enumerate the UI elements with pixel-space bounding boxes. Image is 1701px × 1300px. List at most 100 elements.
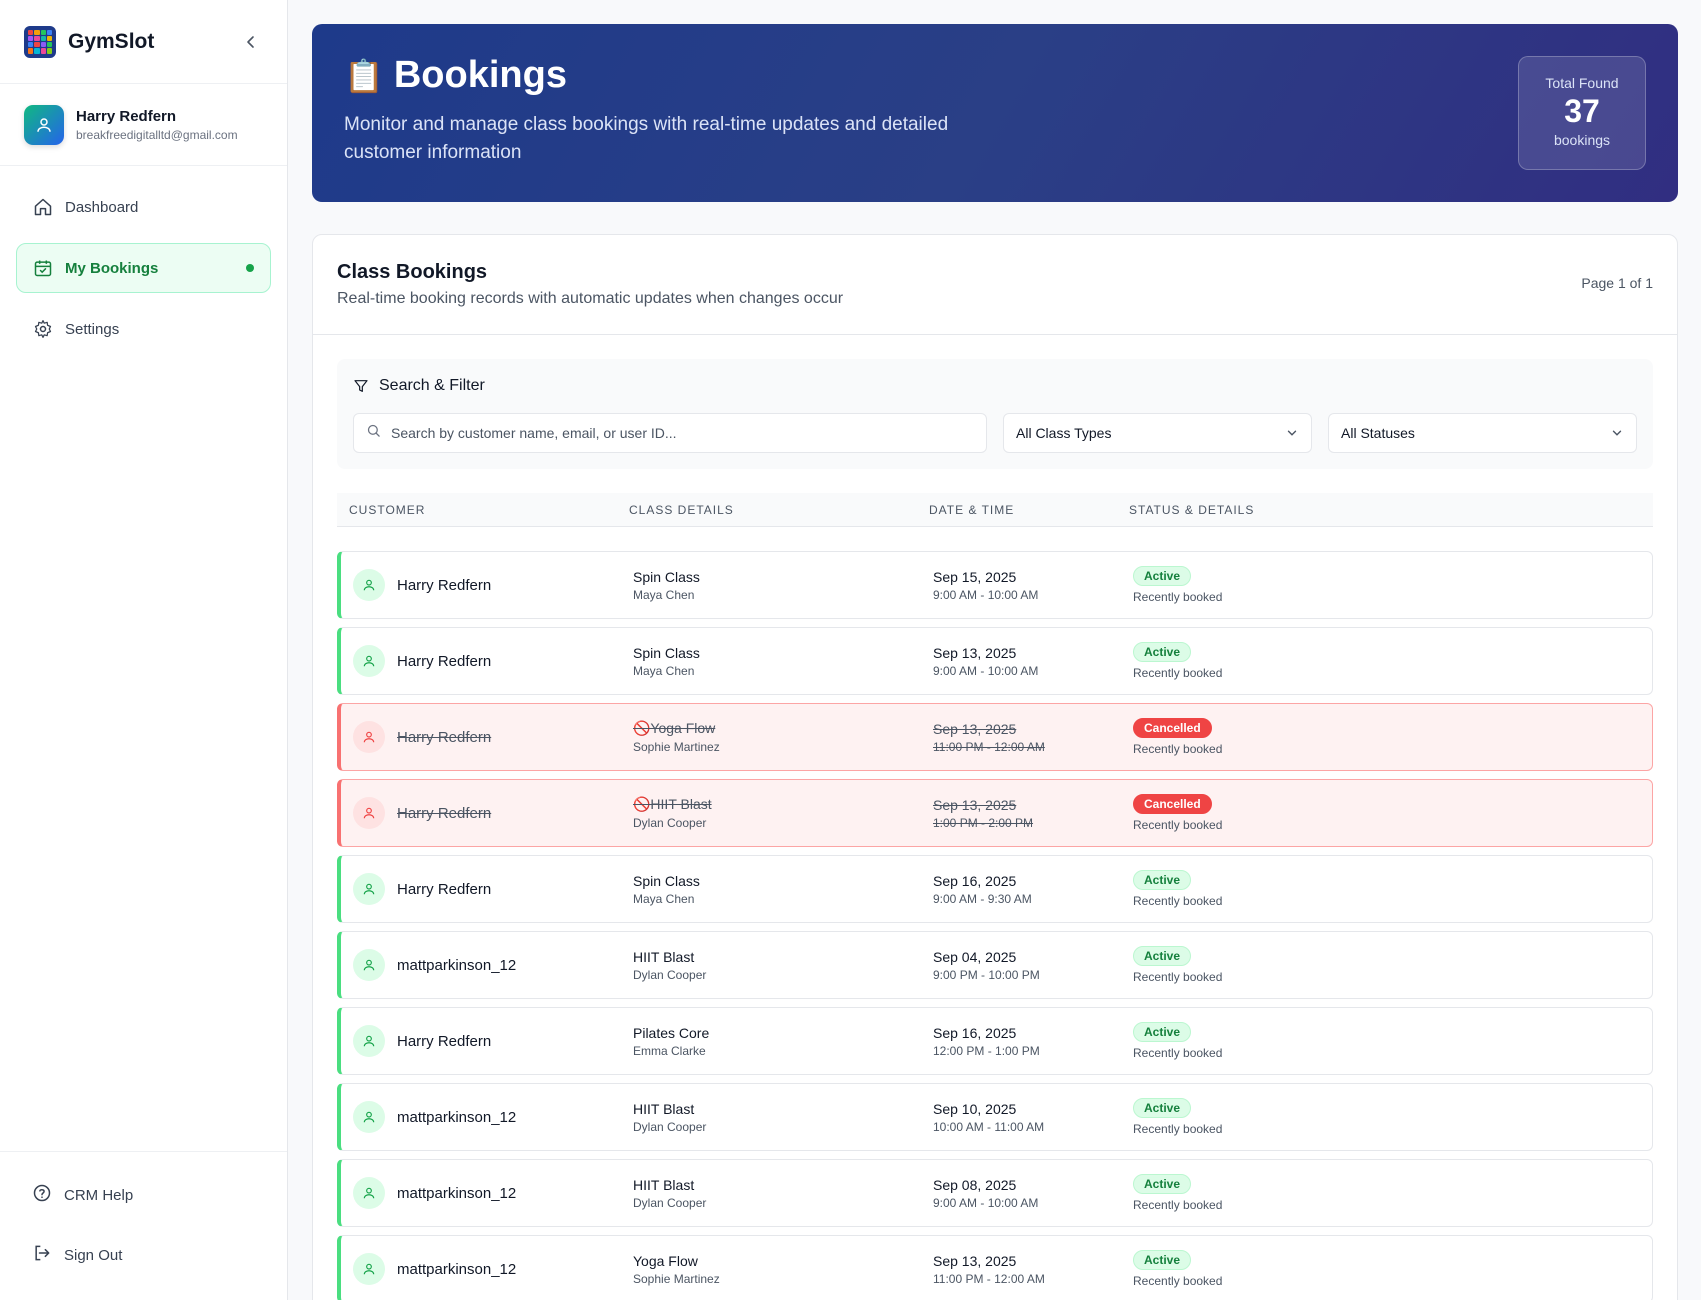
customer-avatar (353, 873, 385, 905)
user-email: breakfreedigitalltd@gmail.com (76, 127, 238, 142)
instructor-name: Dylan Cooper (633, 1195, 707, 1210)
table-header: CUSTOMER CLASS DETAILS DATE & TIME STATU… (337, 493, 1653, 527)
sidebar: GymSlot Harry Redfern breakfreedigitallt… (0, 0, 288, 1300)
active-indicator-dot (246, 264, 254, 272)
class-name: HIIT Blast (633, 1100, 695, 1117)
hero-banner: 📋 Bookings Monitor and manage class book… (312, 24, 1678, 202)
booking-date: Sep 13, 2025 (933, 1252, 1017, 1269)
class-name: 🚫HIIT Blast (633, 796, 712, 812)
chevron-down-icon (1610, 426, 1624, 440)
table-row[interactable]: mattparkinson_12 HIIT Blast Dylan Cooper… (337, 931, 1653, 999)
search-field[interactable] (353, 413, 987, 453)
status-badge: Active (1133, 946, 1192, 966)
status-badge: Active (1133, 1250, 1192, 1270)
customer-name: mattparkinson_12 (397, 1108, 517, 1126)
class-name: HIIT Blast (633, 948, 695, 965)
gear-icon (33, 319, 53, 339)
column-header-class: CLASS DETAILS (629, 502, 734, 517)
instructor-name: Emma Clarke (633, 1043, 706, 1058)
instructor-name: Maya Chen (633, 891, 695, 906)
page-indicator: Page 1 of 1 (1581, 275, 1653, 291)
sidebar-footer: CRM Help Sign Out (0, 1151, 287, 1300)
chevron-down-icon (1285, 426, 1299, 440)
app-name: GymSlot (68, 29, 155, 53)
table-row[interactable]: Harry Redfern Pilates Core Emma Clarke S… (337, 1007, 1653, 1075)
booking-time: 9:00 AM - 10:00 AM (933, 587, 1039, 602)
brand-header: GymSlot (0, 0, 287, 84)
card-subtitle: Real-time booking records with automatic… (337, 290, 844, 307)
status-badge: Active (1133, 1174, 1192, 1194)
column-header-date: DATE & TIME (929, 502, 1015, 517)
customer-name: Harry Redfern (397, 880, 492, 898)
status-note: Recently booked (1133, 1046, 1223, 1060)
table-row[interactable]: Harry Redfern Spin Class Maya Chen Sep 1… (337, 855, 1653, 923)
sidebar-item-settings[interactable]: Settings (16, 304, 271, 354)
status-note: Recently booked (1133, 1198, 1223, 1212)
user-icon (363, 579, 375, 591)
status-note: Recently booked (1133, 590, 1223, 604)
customer-name: Harry Redfern (397, 804, 492, 822)
class-name: Spin Class (633, 568, 700, 585)
table-row[interactable]: mattparkinson_12 HIIT Blast Dylan Cooper… (337, 1083, 1653, 1151)
app-logo-icon (24, 25, 56, 58)
status-badge: Active (1133, 566, 1192, 586)
table-row[interactable]: Harry Redfern Spin Class Maya Chen Sep 1… (337, 627, 1653, 695)
status-note: Recently booked (1133, 894, 1223, 908)
column-header-status: STATUS & DETAILS (1129, 502, 1255, 517)
search-icon (366, 423, 381, 443)
status-select[interactable]: All Statuses (1328, 413, 1637, 453)
customer-avatar (353, 797, 385, 829)
instructor-name: Maya Chen (633, 663, 695, 678)
table-row[interactable]: mattparkinson_12 Yoga Flow Sophie Martin… (337, 1235, 1653, 1300)
customer-name: mattparkinson_12 (397, 1184, 517, 1202)
search-filter-panel: Search & Filter All Class Types All Stat (337, 359, 1653, 469)
table-row[interactable]: mattparkinson_12 HIIT Blast Dylan Cooper… (337, 1159, 1653, 1227)
user-icon (37, 117, 51, 132)
booking-time: 9:00 AM - 9:30 AM (933, 891, 1032, 906)
page-title-text: Bookings (393, 54, 567, 96)
status-badge: Active (1133, 1022, 1192, 1042)
booking-time: 11:00 PM - 12:00 AM (933, 1271, 1045, 1286)
total-found-unit: bookings (1553, 132, 1611, 148)
status-badge: Cancelled (1133, 794, 1212, 814)
table-row[interactable]: Harry Redfern 🚫HIIT Blast Dylan Cooper S… (337, 779, 1653, 847)
customer-avatar (353, 1025, 385, 1057)
collapse-sidebar-button[interactable] (239, 30, 263, 54)
class-name: Spin Class (633, 872, 700, 889)
user-icon (363, 807, 375, 819)
booking-date: Sep 15, 2025 (933, 568, 1017, 585)
user-icon (363, 959, 375, 971)
status-note: Recently booked (1133, 1274, 1223, 1288)
filter-icon (353, 377, 371, 395)
sidebar-item-my-bookings[interactable]: My Bookings (16, 243, 271, 293)
class-type-value: All Class Types (1016, 425, 1112, 441)
table-row[interactable]: Harry Redfern 🚫Yoga Flow Sophie Martinez… (337, 703, 1653, 771)
table-row[interactable]: Harry Redfern Spin Class Maya Chen Sep 1… (337, 551, 1653, 619)
search-input[interactable] (391, 425, 974, 441)
crm-help-link[interactable]: CRM Help (16, 1170, 271, 1220)
customer-avatar (353, 645, 385, 677)
column-header-customer: CUSTOMER (349, 502, 426, 517)
booking-date: Sep 16, 2025 (933, 872, 1017, 889)
instructor-name: Dylan Cooper (633, 1119, 707, 1134)
footer-item-label: Sign Out (64, 1246, 123, 1264)
booking-time: 9:00 AM - 10:00 AM (933, 1195, 1039, 1210)
customer-avatar (353, 569, 385, 601)
booking-date: Sep 10, 2025 (933, 1100, 1017, 1117)
instructor-name: Sophie Martinez (633, 740, 720, 754)
card-header: Class Bookings Real-time booking records… (313, 235, 1677, 335)
user-name: Harry Redfern (76, 107, 177, 125)
user-icon (363, 883, 375, 895)
sidebar-item-dashboard[interactable]: Dashboard (16, 182, 271, 232)
user-icon (363, 731, 375, 743)
customer-name: mattparkinson_12 (397, 1260, 517, 1278)
class-name: Yoga Flow (633, 1252, 698, 1269)
class-type-select[interactable]: All Class Types (1003, 413, 1312, 453)
booking-date: Sep 13, 2025 (933, 720, 1017, 737)
sidebar-nav: Dashboard My Bookings Settings (0, 166, 287, 354)
status-note: Recently booked (1133, 818, 1223, 832)
status-note: Recently booked (1133, 742, 1223, 756)
status-value: All Statuses (1341, 425, 1415, 441)
sign-out-button[interactable]: Sign Out (16, 1230, 271, 1280)
status-note: Recently booked (1133, 1122, 1223, 1136)
